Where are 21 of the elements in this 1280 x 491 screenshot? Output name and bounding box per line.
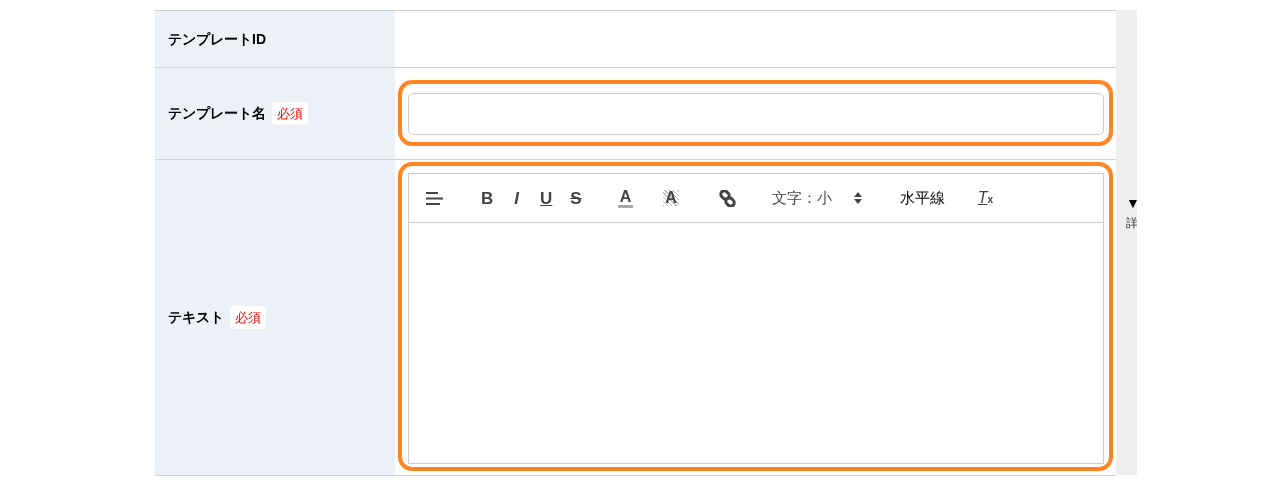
up-down-icon <box>853 192 862 204</box>
side-panel-text: 詳 <box>1126 215 1137 232</box>
font-size-select[interactable]: 文字：小 <box>771 186 862 210</box>
strike-button[interactable]: S <box>570 189 582 207</box>
text-color-button[interactable]: A <box>617 188 634 208</box>
field-label: テキスト <box>168 308 224 327</box>
clear-format-button[interactable]: Tx <box>977 190 994 206</box>
toggle-arrow[interactable]: ▼ <box>1126 196 1137 210</box>
horizontal-rule-button[interactable]: 水平線 <box>899 186 945 210</box>
align-icon[interactable] <box>426 191 443 205</box>
input-field[interactable] <box>408 93 1104 135</box>
underline-button[interactable]: U <box>540 189 553 207</box>
italic-button[interactable]: I <box>514 189 519 207</box>
bold-button[interactable]: B <box>481 189 494 207</box>
field-label: テンプレートID <box>168 29 266 49</box>
rich-text-editor[interactable]: B I U S A A 文字：小 水平線 Tx <box>408 173 1104 464</box>
field-label: テンプレート名 <box>168 104 266 123</box>
required-badge: 必須 <box>272 101 308 126</box>
link-icon[interactable] <box>718 189 736 207</box>
highlight-color-button[interactable]: A <box>663 190 679 206</box>
required-badge: 必須 <box>230 305 266 330</box>
